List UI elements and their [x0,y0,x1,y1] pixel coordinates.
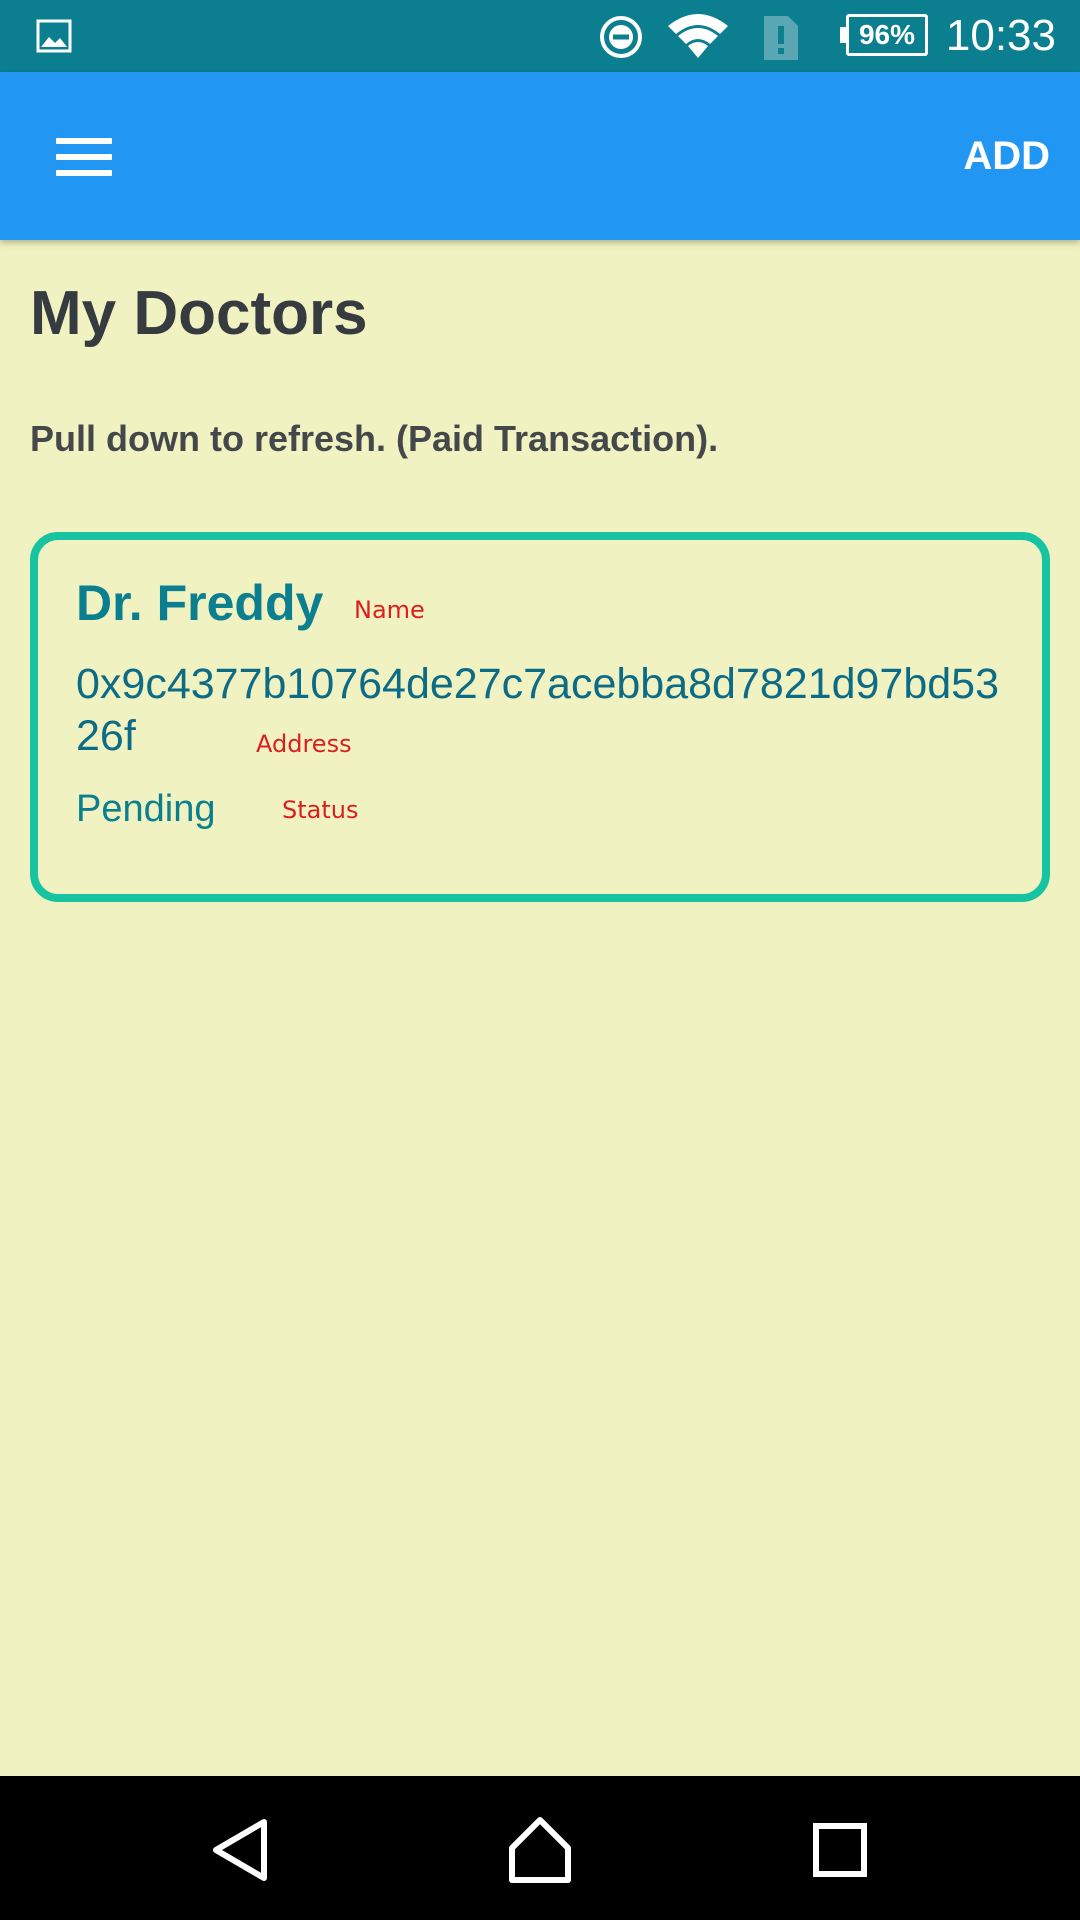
recents-icon[interactable] [802,1812,878,1888]
app-bar: ADD [0,72,1080,240]
home-icon[interactable] [502,1812,578,1888]
doctor-address: 0x9c4377b10764de27c7acebba8d7821d97bd532… [76,660,1000,760]
add-button[interactable]: ADD [963,128,1050,184]
gallery-icon [36,19,72,53]
do-not-disturb-icon [600,16,642,58]
name-label: Name [354,596,425,624]
refresh-hint: Pull down to refresh. (Paid Transaction)… [30,418,719,459]
battery-icon: 96% [840,14,928,56]
status-label: Status [282,796,359,824]
clock: 10:33 [945,11,1056,60]
back-icon[interactable] [202,1812,278,1888]
address-label: Address [256,730,352,758]
status-bar: 96% 10:33 [0,0,1080,72]
wifi-icon [668,14,728,58]
sim-alert-icon [764,16,798,60]
hamburger-menu-icon[interactable] [40,122,130,192]
navigation-bar [0,1776,1080,1920]
doctor-name: Dr. Freddy [76,575,324,631]
page-title: My Doctors [30,279,368,348]
doctor-status: Pending [76,788,216,830]
doctor-card[interactable]: Dr. Freddy Name 0x9c4377b10764de27c7aceb… [30,532,1050,902]
